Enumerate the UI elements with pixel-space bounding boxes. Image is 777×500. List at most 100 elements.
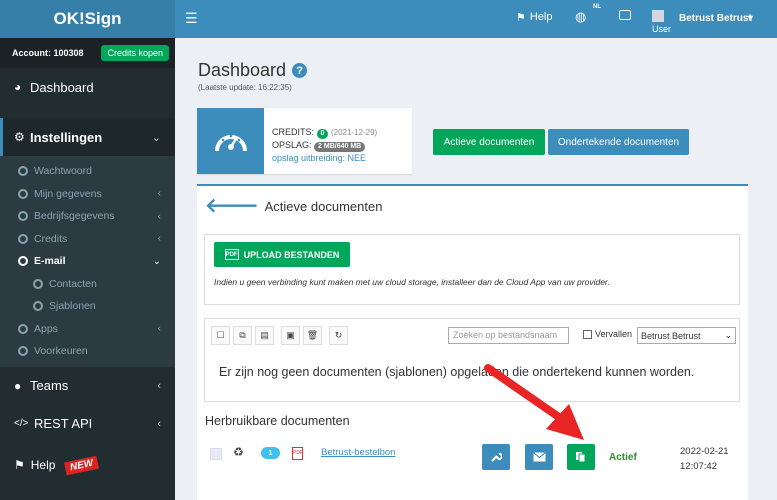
trash-icon[interactable]: 🗑 — [303, 326, 322, 345]
envelope-icon — [532, 452, 546, 462]
circle-icon — [18, 233, 28, 244]
sidebar-help[interactable]: ⚑ Help NEW — [14, 455, 100, 475]
last-update: (Laatste update: 16:22:35) — [198, 83, 292, 92]
sidebar-item-dashboard[interactable]: ◕ Dashboard — [0, 68, 175, 106]
document-link[interactable]: Betrust-bestelbon — [321, 447, 395, 458]
document-date: 2022-02-21 12:07:42 — [680, 444, 729, 474]
expired-checkbox[interactable]: Vervallen — [583, 329, 632, 339]
circle-icon — [33, 278, 43, 289]
avatar[interactable] — [652, 10, 664, 22]
circle-icon — [18, 346, 28, 357]
sidebar-item-instellingen[interactable]: ⚙ Instellingen ⌄ — [0, 118, 175, 156]
circle-icon — [33, 301, 43, 312]
sidebar: OK!Sign Account: 100308 Credits kopen ◕ … — [0, 0, 175, 500]
account-info: CREDITS: 0 (2021-12-29) OPSLAG: 2 MB/640… — [264, 108, 377, 174]
credits-label: CREDITS: — [272, 127, 315, 137]
gauge-icon — [197, 108, 264, 174]
copy-link-button[interactable] — [567, 444, 595, 470]
language-code: NL — [593, 4, 601, 10]
hamburger-menu-icon[interactable]: ☰ — [185, 10, 198, 27]
sidebar-item-credits[interactable]: Credits ‹ — [0, 228, 175, 251]
box-title: 🡐 Actieve documenten — [205, 196, 383, 216]
upload-files-button[interactable]: PDF UPLOAD BESTANDEN — [214, 242, 350, 267]
row-checkbox[interactable] — [210, 448, 222, 460]
help-label: Help — [529, 11, 553, 23]
signpost-icon: ⚑ — [14, 458, 25, 472]
wrench-button[interactable] — [482, 444, 510, 470]
sidebar-item-contacten[interactable]: Contacten — [0, 273, 175, 296]
reusable-documents-title: Herbruikbare documenten — [205, 414, 350, 428]
caret-down-icon[interactable]: ▼ — [746, 13, 755, 23]
email-button[interactable] — [525, 444, 553, 470]
sub-item-label: Bedrijfsgegevens — [34, 210, 115, 223]
chevron-left-icon: ‹ — [157, 323, 161, 335]
date-text: 2022-02-21 — [680, 446, 729, 457]
credits-badge: 0 — [316, 129, 329, 139]
circle-icon — [18, 188, 28, 199]
sidebar-item-voorkeuren[interactable]: Voorkeuren — [0, 340, 175, 363]
globe-icon[interactable]: ◍ — [575, 9, 586, 25]
buy-credits-button[interactable]: Credits kopen — [101, 45, 169, 61]
sidebar-item-wachtwoord[interactable]: Wachtwoord — [0, 160, 175, 183]
signpost-icon: ⚑ — [516, 12, 526, 24]
active-documents-button[interactable]: Actieve documenten — [433, 129, 545, 155]
count-badge: 1 — [261, 447, 280, 459]
top-navbar: ☰ ⚑ Help ◍ NL User Betrust Betrust ▼ — [175, 0, 777, 38]
help-label: Help — [30, 458, 56, 472]
upload-panel: PDF UPLOAD BESTANDEN Indien u geen verbi… — [204, 234, 740, 305]
main-content: Dashboard ? (Laatste update: 16:22:35) C… — [175, 38, 777, 500]
storage-badge: 2 MB/640 MB — [314, 142, 366, 152]
circle-icon — [18, 211, 28, 222]
refresh-icon[interactable]: ↻ — [329, 326, 348, 345]
wrench-icon — [491, 453, 502, 462]
storage-line: OPSLAG: 2 MB/640 MB — [272, 139, 377, 152]
active-documents-box: 🡐 Actieve documenten PDF UPLOAD BESTANDE… — [197, 184, 748, 500]
box-title-text: Actieve documenten — [264, 198, 383, 214]
storage-label: OPSLAG: — [272, 140, 312, 150]
sidebar-item-mijn-gegevens[interactable]: Mijn gegevens ‹ — [0, 183, 175, 206]
paste-icon[interactable]: ▤ — [255, 326, 274, 345]
chevron-left-icon: ‹ — [157, 417, 161, 430]
sidebar-item-teams[interactable]: ● Teams ‹ — [0, 367, 175, 405]
chevron-left-icon: ‹ — [157, 379, 161, 392]
circle-icon — [18, 166, 28, 177]
page-title: Dashboard ? — [198, 60, 308, 81]
chevron-left-icon: ‹ — [157, 233, 161, 245]
sub-item-label: Contacten — [49, 277, 97, 290]
question-icon[interactable]: ? — [292, 63, 308, 78]
app-logo[interactable]: OK!Sign — [0, 0, 175, 38]
sub-item-label: Wachtwoord — [34, 165, 92, 178]
sidebar-item-rest-api[interactable]: </> REST API ‹ — [0, 405, 175, 443]
credits-line: CREDITS: 0 (2021-12-29) — [272, 126, 377, 139]
storage-extension-link[interactable]: opslag uitbreiding: NEE — [272, 152, 377, 164]
sidebar-item-bedrijfsgegevens[interactable]: Bedrijfsgegevens ‹ — [0, 205, 175, 228]
pdf-icon: PDF — [292, 447, 303, 460]
sidebar-item-apps[interactable]: Apps ‹ — [0, 318, 175, 341]
copy-icon[interactable]: ⧉ — [233, 326, 252, 345]
sub-item-label: Sjablonen — [49, 300, 96, 313]
gears-icon: ⚙ — [14, 130, 25, 144]
briefcase-icon[interactable]: ▣ — [281, 326, 300, 345]
top-help-link[interactable]: ⚑ Help — [516, 11, 553, 24]
user-icon: ● — [14, 378, 22, 393]
search-input[interactable]: Zoeken op bestandsnaam — [448, 327, 569, 344]
status-badge: Actief — [609, 452, 637, 463]
user-name[interactable]: Betrust Betrust — [679, 13, 752, 24]
select-all-icon[interactable]: ☐ — [211, 326, 230, 345]
arrow-left-icon[interactable]: 🡐 — [205, 196, 259, 216]
sub-item-label: E-mail — [34, 255, 66, 268]
checkbox[interactable] — [583, 329, 592, 339]
page-title-text: Dashboard — [198, 60, 287, 80]
account-number: Account: 100308 — [12, 48, 84, 58]
time-text: 12:07:42 — [680, 461, 717, 472]
circle-icon — [18, 256, 28, 267]
credit-card-icon[interactable] — [619, 10, 631, 20]
sidebar-item-label: Teams — [30, 378, 69, 393]
circle-icon — [18, 323, 28, 334]
sidebar-item-sjablonen[interactable]: Sjablonen — [0, 295, 175, 318]
owner-select-value: Betrust Betrust — [641, 330, 701, 341]
owner-select[interactable]: Betrust Betrust ⌄ — [637, 327, 736, 344]
sidebar-item-email[interactable]: E-mail ⌄ — [0, 250, 175, 273]
dashboard-icon: ◕ — [14, 80, 22, 94]
signed-documents-button[interactable]: Ondertekende documenten — [548, 129, 689, 155]
